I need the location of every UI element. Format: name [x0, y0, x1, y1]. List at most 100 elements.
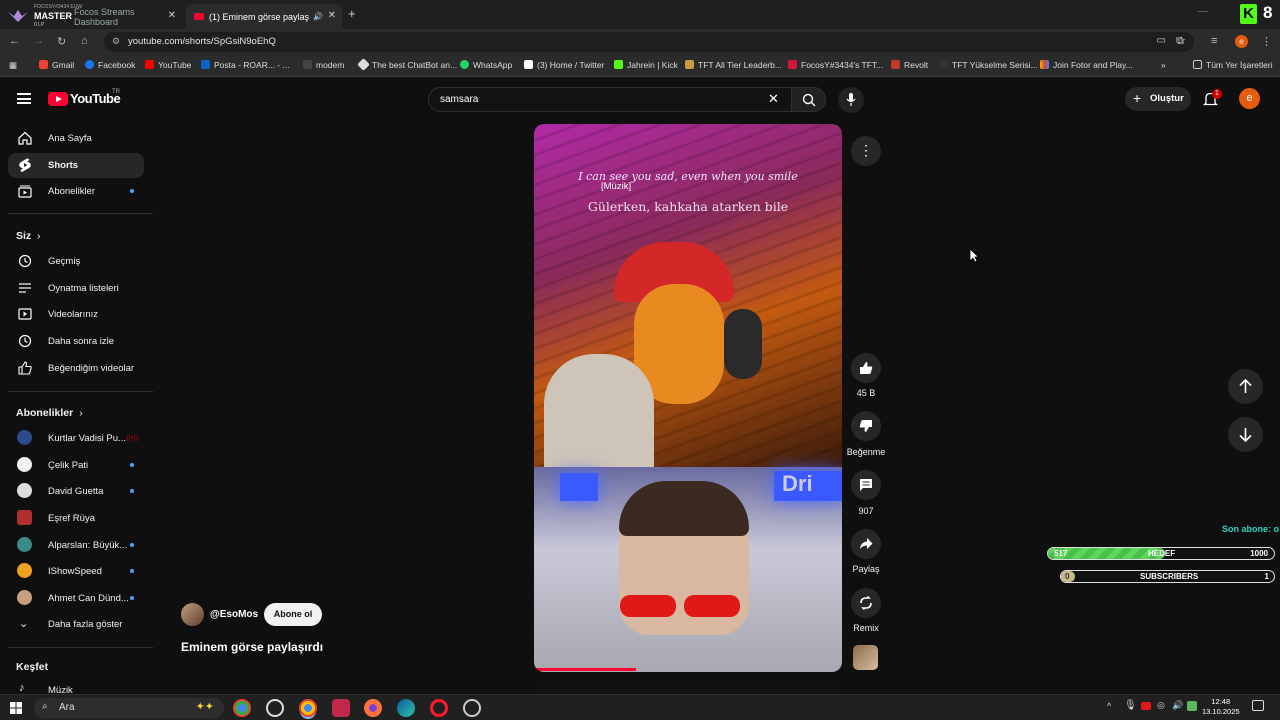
install-icon[interactable]: ▭	[1157, 35, 1166, 46]
comments-button[interactable]	[851, 470, 881, 500]
menu-icon[interactable]: ⋮	[1261, 35, 1272, 48]
more-options-icon[interactable]: ⋮	[851, 136, 881, 166]
app-icon[interactable]	[463, 699, 481, 717]
taskbar-search[interactable]: ⌕ Ara ✦✦	[34, 698, 224, 718]
sidebar-show-more[interactable]: ⌄ Daha fazla göster	[8, 612, 144, 637]
notifications-center-icon[interactable]	[1252, 700, 1264, 711]
youtube-logo-icon[interactable]	[48, 92, 68, 106]
all-bookmarks[interactable]: Tüm Yer İşaretleri	[1193, 60, 1273, 70]
chrome-active-icon[interactable]	[299, 699, 317, 717]
settings-app-icon[interactable]	[266, 699, 284, 717]
sidebar-item-your-videos[interactable]: Videolarınız	[8, 302, 144, 327]
sidebar-item-home[interactable]: Ana Sayfa	[8, 126, 144, 151]
bookmark-chatbot[interactable]: The best ChatBot an...	[357, 58, 457, 71]
bookmark-gmail[interactable]: Gmail	[39, 60, 74, 70]
subscribe-button[interactable]: Abone ol	[264, 603, 322, 626]
tab-dashboard[interactable]: Focos Streams Dashboard ✕	[66, 4, 182, 29]
sidebar-sub-ahmet-can[interactable]: Ahmet Can Dünd...	[8, 586, 144, 611]
sidebar-item-subscriptions[interactable]: Abonelikler	[8, 179, 144, 204]
extensions-icon[interactable]: ⧉	[1176, 35, 1184, 48]
sidebar-sub-ishowspeed[interactable]: IShowSpeed	[8, 559, 144, 584]
media-app-icon[interactable]	[332, 699, 350, 717]
next-short-button[interactable]	[1228, 417, 1263, 452]
site-info-icon[interactable]: ⚙	[112, 36, 120, 47]
create-button[interactable]: + Oluştur	[1125, 87, 1191, 111]
sidebar-you-header[interactable]: Siz ›	[16, 230, 41, 242]
bookmark-youtube[interactable]: YouTube	[145, 60, 191, 70]
sidebar-item-history[interactable]: Geçmiş	[8, 249, 144, 274]
tab-youtube-short[interactable]: (1) Eminem görse paylaşırdı 🔊 ✕	[186, 4, 342, 29]
video-progress-bar[interactable]	[534, 668, 636, 671]
like-button[interactable]	[851, 353, 881, 383]
home-icon[interactable]: ⌂	[81, 35, 88, 47]
profile-avatar[interactable]: e	[1235, 35, 1248, 48]
reload-icon[interactable]: ↻	[57, 35, 66, 48]
dislike-button[interactable]	[851, 411, 881, 441]
short-title[interactable]: Eminem görse paylaşırdı	[181, 640, 323, 654]
sidebar-sub-esref-ruya[interactable]: Eşref Rüya	[8, 506, 144, 531]
more-bookmarks-icon[interactable]: »	[1161, 60, 1166, 70]
chrome-app-icon[interactable]	[233, 699, 251, 717]
sidebar-sub-celik-pati[interactable]: Çelik Pati	[8, 453, 144, 478]
windows-start-icon[interactable]	[10, 702, 22, 714]
volume-icon[interactable]: 🔊	[1172, 700, 1183, 711]
sparkle-icon: ✦✦	[195, 701, 214, 713]
tray-app-icon[interactable]: ◎	[1157, 700, 1165, 711]
hamburger-menu-icon[interactable]	[17, 93, 31, 104]
tray-network-icon[interactable]	[1187, 701, 1197, 711]
sound-thumbnail[interactable]	[853, 645, 878, 670]
system-clock[interactable]: 12:48 13.10.2025	[1202, 697, 1240, 717]
url-field[interactable]: ⚙ youtube.com/shorts/SpGsiN9oEhQ ▭ ☆	[104, 32, 1194, 52]
back-icon[interactable]: ←	[9, 35, 20, 47]
share-arrow-icon	[860, 538, 873, 550]
bookmark-focos-tft[interactable]: FocosY#3434's TFT...	[788, 60, 883, 70]
sidebar-sub-david-guetta[interactable]: David Guetta	[8, 479, 144, 504]
share-button[interactable]	[851, 529, 881, 559]
account-avatar[interactable]: e	[1239, 88, 1260, 109]
search-button[interactable]	[791, 87, 826, 112]
sidebar-sub-alparslan[interactable]: Alparslan: Büyük...	[8, 533, 144, 558]
tray-record-icon[interactable]	[1141, 702, 1151, 710]
apps-icon[interactable]: ▦	[9, 60, 17, 71]
sidebar-subscriptions-header[interactable]: Abonelikler ›	[16, 407, 83, 419]
bookmark-tft-leaderboard[interactable]: TFT All Tier Leaderb...	[685, 60, 782, 70]
voice-search-button[interactable]	[838, 87, 864, 113]
opera-icon[interactable]	[430, 699, 448, 717]
bookmark-modem[interactable]: modem	[303, 60, 344, 70]
bookmark-twitter[interactable]: (3) Home / Twitter	[524, 60, 604, 70]
previous-short-button[interactable]	[1228, 369, 1263, 404]
sidebar-sub-kurtlar-vadisi[interactable]: Kurtlar Vadisi Pu... ((•))	[8, 426, 144, 451]
close-icon[interactable]: ✕	[328, 10, 336, 21]
bookmark-facebook[interactable]: Facebook	[85, 60, 135, 70]
channel-avatar[interactable]	[181, 603, 204, 626]
close-icon[interactable]: ✕	[168, 10, 176, 21]
edge-icon[interactable]	[397, 699, 415, 717]
tab-label: Focos Streams Dashboard	[74, 6, 135, 27]
sidebar-item-shorts[interactable]: Shorts	[8, 153, 144, 178]
bookmark-revolt[interactable]: Revolt	[891, 60, 928, 70]
tray-chevron-icon[interactable]: ^	[1107, 701, 1111, 711]
search-input[interactable]: samsara	[428, 87, 792, 112]
firefox-icon[interactable]	[364, 699, 382, 717]
forward-icon[interactable]: →	[33, 35, 44, 47]
remix-button[interactable]	[851, 588, 881, 618]
reactor-hair	[619, 481, 749, 536]
minimize-icon[interactable]: —	[1198, 6, 1208, 17]
sidebar-item-playlists[interactable]: Oynatma listeleri	[8, 276, 144, 301]
chevron-down-icon: ⌄	[19, 618, 29, 630]
bookmark-fotor[interactable]: Join Fotor and Play...	[1040, 60, 1133, 70]
sidebar-item-music[interactable]: ♪ Müzik	[8, 678, 144, 694]
speaker-icon[interactable]: 🔊	[313, 12, 323, 21]
clear-search-icon[interactable]: ✕	[768, 91, 779, 107]
sidebar-item-liked-videos[interactable]: Beğendiğim videolar	[8, 356, 144, 381]
channel-name[interactable]: @EsoMos	[210, 609, 258, 620]
bookmark-tft-series[interactable]: TFT Yükselme Serisi...	[939, 60, 1038, 70]
bookmark-posta[interactable]: Posta - ROAR... - ...	[201, 60, 290, 70]
sidebar-item-watch-later[interactable]: Daha sonra izle	[8, 329, 144, 354]
new-tab-icon[interactable]: +	[348, 6, 356, 21]
media-icon[interactable]: ≡	[1211, 35, 1217, 47]
short-video-player[interactable]: Dri I can see you sad, even when you smi…	[534, 124, 842, 672]
tray-mic-icon[interactable]: 🎙	[1124, 700, 1137, 711]
bookmark-whatsapp[interactable]: WhatsApp	[460, 60, 512, 70]
bookmark-kick[interactable]: Jahrein | Kick	[614, 60, 678, 70]
